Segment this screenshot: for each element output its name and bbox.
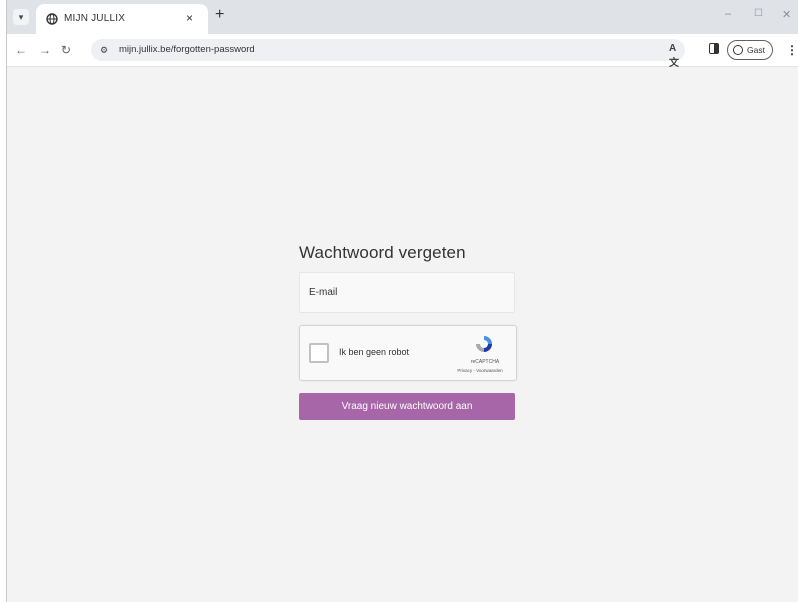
tab-strip: ▾ MIJN JULLIX × + – ☐ ✕ <box>7 0 798 34</box>
reload-icon[interactable]: ↻ <box>61 43 71 57</box>
page-content: Wachtwoord vergeten Ik ben geen robot re… <box>7 67 798 602</box>
recaptcha-logo-icon <box>476 336 492 352</box>
globe-icon <box>46 13 58 25</box>
side-panel-icon[interactable] <box>709 43 719 54</box>
back-arrow-icon[interactable]: ← <box>15 43 27 57</box>
person-icon <box>733 45 743 55</box>
recaptcha-checkbox[interactable] <box>309 343 329 363</box>
tune-icon[interactable]: ⚙ <box>97 43 111 57</box>
url-text[interactable]: mijn.jullix.be/forgotten-password <box>119 44 255 55</box>
request-new-password-button[interactable]: Vraag nieuw wachtwoord aan <box>299 393 515 420</box>
email-field[interactable] <box>299 272 515 313</box>
minimize-icon[interactable]: – <box>725 8 731 20</box>
profile-label: Gast <box>747 45 765 55</box>
forward-arrow-icon[interactable]: → <box>39 43 51 57</box>
translate-icon[interactable]: A文 <box>669 43 685 69</box>
browser-toolbar: ← → ↻ ⚙ mijn.jullix.be/forgotten-passwor… <box>7 34 798 69</box>
tab-title: MIJN JULLIX <box>64 13 126 24</box>
browser-tab[interactable]: MIJN JULLIX × <box>36 4 208 34</box>
maximize-icon[interactable]: ☐ <box>754 8 763 19</box>
tab-search-icon[interactable]: ▾ <box>13 9 29 25</box>
recaptcha-brand: reCAPTCHA <box>470 359 500 365</box>
recaptcha-widget: Ik ben geen robot reCAPTCHA Privacy - Vo… <box>299 325 517 381</box>
recaptcha-label: Ik ben geen robot <box>339 347 410 357</box>
new-tab-button[interactable]: + <box>215 6 224 24</box>
recaptcha-links[interactable]: Privacy - Voorwaarden <box>448 368 512 373</box>
kebab-menu-icon[interactable]: ⋮ <box>786 43 798 57</box>
page-title: Wachtwoord vergeten <box>299 243 466 262</box>
close-window-icon[interactable]: ✕ <box>782 8 791 21</box>
tab-close-icon[interactable]: × <box>186 11 193 25</box>
browser-window: ▾ MIJN JULLIX × + – ☐ ✕ ← → ↻ ⚙ mijn.jul… <box>6 0 798 602</box>
address-bar[interactable]: ⚙ mijn.jullix.be/forgotten-password A文 <box>91 39 685 69</box>
profile-button[interactable]: Gast <box>727 40 773 60</box>
